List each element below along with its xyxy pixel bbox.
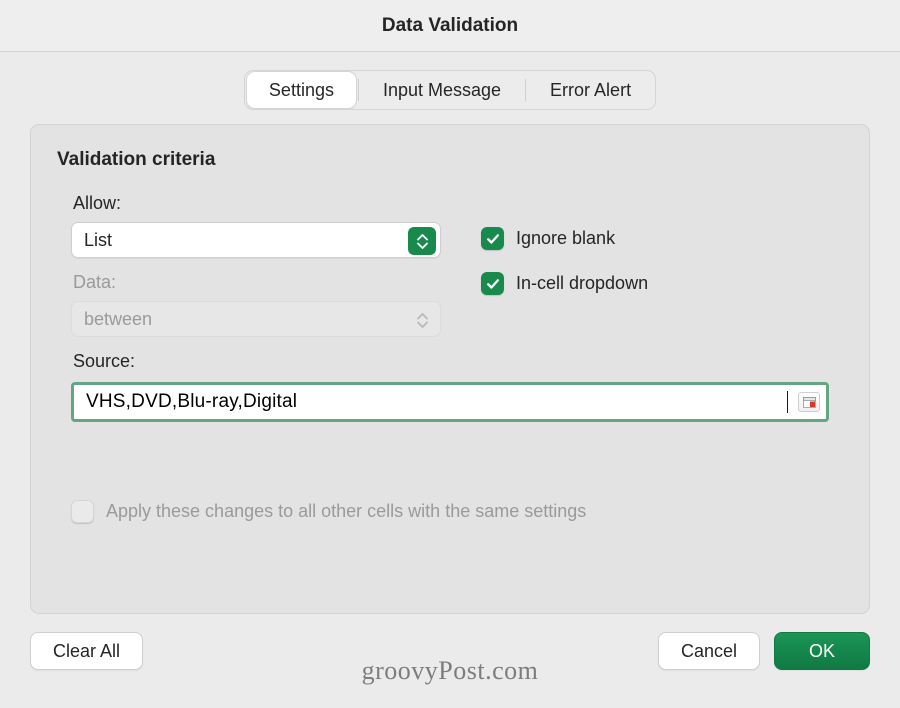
incell-dropdown-row: In-cell dropdown xyxy=(481,272,845,295)
range-picker-icon[interactable] xyxy=(798,392,820,412)
source-input[interactable] xyxy=(84,390,788,414)
data-select-value: between xyxy=(84,309,152,330)
tab-input-message[interactable]: Input Message xyxy=(361,72,523,108)
tab-separator xyxy=(525,79,526,101)
ignore-blank-checkbox[interactable] xyxy=(481,227,504,250)
allow-label: Allow: xyxy=(73,193,441,214)
source-label: Source: xyxy=(73,351,829,372)
incell-dropdown-label: In-cell dropdown xyxy=(516,273,648,294)
source-input-wrap xyxy=(71,382,829,422)
ignore-blank-row: Ignore blank xyxy=(481,227,845,250)
cancel-button[interactable]: Cancel xyxy=(658,632,760,670)
incell-dropdown-checkbox[interactable] xyxy=(481,272,504,295)
allow-select[interactable]: List xyxy=(71,222,441,258)
clear-all-button[interactable]: Clear All xyxy=(30,632,143,670)
criteria-panel: Validation criteria Allow: List Data: be… xyxy=(30,124,870,614)
data-select: between xyxy=(71,301,441,337)
updown-icon xyxy=(408,227,436,255)
updown-icon xyxy=(408,306,436,334)
data-label: Data: xyxy=(73,272,441,293)
panel-heading: Validation criteria xyxy=(57,149,845,171)
source-block: Source: xyxy=(71,351,829,422)
ok-button[interactable]: OK xyxy=(774,632,870,670)
tab-separator xyxy=(358,79,359,101)
tab-bar: Settings Input Message Error Alert xyxy=(244,70,656,110)
tab-group: Settings Input Message Error Alert xyxy=(30,70,870,110)
criteria-row: Allow: List Data: between xyxy=(55,187,845,337)
criteria-left-column: Allow: List Data: between xyxy=(71,187,441,337)
apply-all-checkbox xyxy=(71,500,94,523)
apply-all-row: Apply these changes to all other cells w… xyxy=(71,500,845,523)
text-cursor xyxy=(787,391,788,413)
dialog-footer: Clear All Cancel OK xyxy=(0,614,900,670)
allow-select-value: List xyxy=(84,230,112,251)
ignore-blank-label: Ignore blank xyxy=(516,228,615,249)
criteria-right-column: Ignore blank In-cell dropdown xyxy=(481,187,845,317)
tab-error-alert[interactable]: Error Alert xyxy=(528,72,653,108)
dialog-content: Settings Input Message Error Alert Valid… xyxy=(0,52,900,614)
tab-settings[interactable]: Settings xyxy=(247,72,356,108)
dialog-title: Data Validation xyxy=(0,0,900,52)
apply-all-label: Apply these changes to all other cells w… xyxy=(106,501,586,522)
